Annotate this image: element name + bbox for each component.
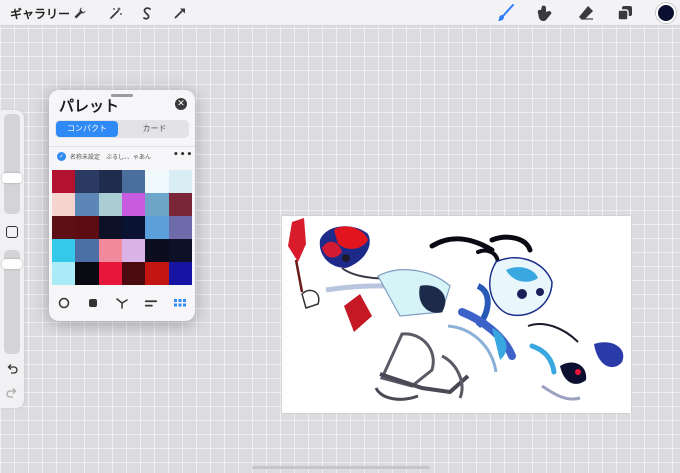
color-swatch[interactable] xyxy=(168,239,193,263)
color-swatch[interactable] xyxy=(122,216,146,240)
color-mode-tabs xyxy=(49,290,195,318)
color-swatch[interactable] xyxy=(145,262,170,286)
color-swatch[interactable] xyxy=(168,193,193,217)
wrench-icon[interactable] xyxy=(70,3,90,23)
undo-icon[interactable] xyxy=(5,362,19,376)
redo-icon[interactable] xyxy=(5,386,19,400)
color-swatch[interactable] xyxy=(122,193,146,217)
color-swatch[interactable] xyxy=(122,170,146,194)
color-swatch[interactable] xyxy=(52,216,76,240)
brush-size-thumb[interactable] xyxy=(2,173,22,184)
left-sidebar xyxy=(0,110,24,408)
color-swatch[interactable] xyxy=(168,170,193,194)
color-swatch[interactable] xyxy=(75,262,100,286)
drawing-canvas[interactable] xyxy=(282,216,631,413)
color-swatch[interactable] xyxy=(122,239,146,263)
color-swatch[interactable] xyxy=(122,262,146,286)
checkmark-icon[interactable]: ✓ xyxy=(57,152,66,161)
value-icon[interactable] xyxy=(144,296,158,310)
color-swatch[interactable] xyxy=(145,193,170,217)
harmony-icon[interactable] xyxy=(115,296,129,310)
palette-view-toggle: コンパクト カード xyxy=(55,120,189,138)
color-swatch[interactable] xyxy=(145,239,170,263)
brush-size-slider[interactable] xyxy=(4,114,20,214)
top-toolbar: ギャラリー xyxy=(0,0,680,26)
opacity-thumb[interactable] xyxy=(2,259,22,270)
tab-compact[interactable]: コンパクト xyxy=(56,121,118,137)
classic-icon[interactable] xyxy=(86,296,100,310)
palette-title: パレット xyxy=(59,97,120,115)
transform-icon[interactable] xyxy=(170,3,190,23)
color-swatch[interactable] xyxy=(145,216,170,240)
palette-name[interactable]: 名称未設定 ぶるし、、ゃあん xyxy=(70,152,151,161)
color-swatch[interactable] xyxy=(75,239,100,263)
color-swatch[interactable] xyxy=(98,262,123,286)
color-swatch[interactable] xyxy=(145,170,170,194)
swatch-grid xyxy=(52,170,193,286)
color-swatch[interactable] xyxy=(98,239,123,263)
color-swatch[interactable] xyxy=(52,262,76,286)
color-swatch[interactable] xyxy=(168,262,193,286)
disc-icon[interactable] xyxy=(57,296,71,310)
color-swatch[interactable] xyxy=(52,239,76,263)
gallery-button[interactable]: ギャラリー xyxy=(10,5,70,22)
current-color-button[interactable] xyxy=(656,3,676,23)
adjustments-icon[interactable] xyxy=(106,3,126,23)
layers-icon[interactable] xyxy=(614,2,636,24)
smudge-icon[interactable] xyxy=(534,2,556,24)
color-swatch[interactable] xyxy=(75,170,100,194)
selection-icon[interactable] xyxy=(137,3,157,23)
color-swatch[interactable] xyxy=(98,216,123,240)
brush-icon[interactable] xyxy=(495,2,517,24)
color-swatch[interactable] xyxy=(75,216,100,240)
modify-button[interactable] xyxy=(6,226,18,238)
tab-card[interactable]: カード xyxy=(121,121,188,137)
color-swatch[interactable] xyxy=(98,170,123,194)
color-swatch[interactable] xyxy=(75,193,100,217)
color-swatch[interactable] xyxy=(98,193,123,217)
color-swatch[interactable] xyxy=(52,193,76,217)
more-options-button[interactable]: ••• xyxy=(173,150,193,160)
color-swatch[interactable] xyxy=(168,216,193,240)
eraser-icon[interactable] xyxy=(575,2,597,24)
palettes-icon[interactable] xyxy=(173,296,187,310)
home-indicator xyxy=(252,466,430,469)
palette-panel: パレット ✕ コンパクト カード ✓ 名称未設定 ぶるし、、ゃあん ••• xyxy=(49,90,195,321)
color-swatch[interactable] xyxy=(52,170,76,194)
close-icon[interactable]: ✕ xyxy=(175,98,187,110)
artwork-image xyxy=(288,218,624,401)
